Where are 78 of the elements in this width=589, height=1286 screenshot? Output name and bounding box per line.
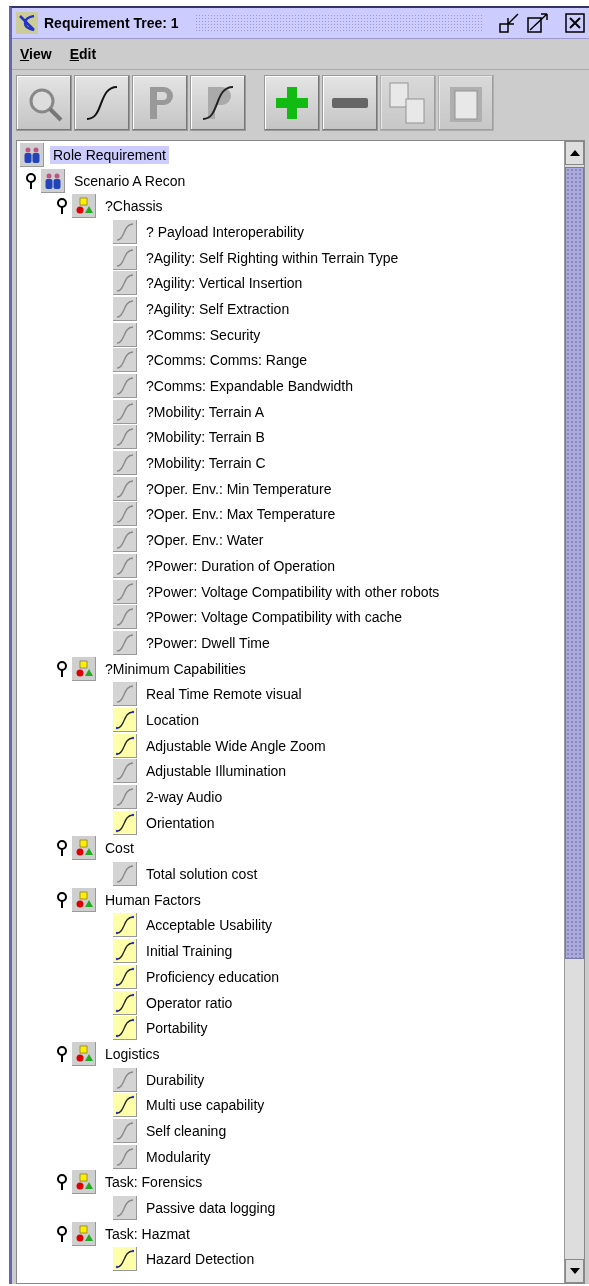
tree-item[interactable]: Passive data logging	[143, 1199, 279, 1218]
people-icon	[43, 171, 63, 190]
up-arrow-icon	[569, 150, 580, 156]
pin-icon[interactable]	[56, 840, 67, 857]
tree-item[interactable]: ?Comms: Comms: Range	[143, 351, 311, 370]
tree-item[interactable]: ?Minimum Capabilities	[102, 659, 249, 678]
tree-item[interactable]: Logistics	[102, 1044, 163, 1063]
tree-item[interactable]: Durability	[143, 1070, 208, 1089]
tree-item[interactable]: 2-way Audio	[143, 788, 226, 807]
shapes-icon	[75, 839, 93, 858]
scrollbar-thumb[interactable]	[565, 167, 584, 959]
tree-item[interactable]: Portability	[143, 1019, 211, 1038]
shapes-icon	[75, 890, 93, 909]
tree-item[interactable]: Cost	[102, 839, 137, 858]
tree-item[interactable]: Real Time Remote visual	[143, 685, 305, 704]
minimize-icon[interactable]	[499, 13, 521, 33]
shapes-icon	[75, 1044, 93, 1063]
shapes-icon	[75, 1224, 93, 1243]
tree-item[interactable]: ?Comms: Expandable Bandwidth	[143, 377, 356, 396]
toolbar-button[interactable]	[74, 75, 130, 131]
tree-item[interactable]: Acceptable Usability	[143, 916, 276, 935]
down-arrow-icon	[569, 1268, 580, 1274]
tree-item[interactable]: ?Comms: Security	[143, 325, 264, 344]
tree-item[interactable]: Task: Hazmat	[102, 1224, 193, 1243]
tree-item[interactable]: ?Oper. Env.: Water	[143, 531, 267, 550]
tree-item[interactable]: Role Requirement	[50, 145, 169, 164]
tree-item[interactable]: ?Chassis	[102, 197, 166, 216]
tree-item[interactable]: Modularity	[143, 1147, 214, 1166]
tree-item[interactable]: ?Power: Voltage Compatibility with cache	[143, 608, 406, 627]
people-icon	[22, 145, 42, 164]
tree-item[interactable]: Human Factors	[102, 890, 204, 909]
window-title: Requirement Tree: 1	[44, 15, 179, 31]
tree-item[interactable]: ?Oper. Env.: Min Temperature	[143, 479, 335, 498]
maximize-icon[interactable]	[527, 13, 549, 33]
tree-item[interactable]: ?Mobility: Terrain A	[143, 402, 267, 421]
tree-item[interactable]: Proficiency education	[143, 967, 283, 986]
tree-item[interactable]: ?Agility: Vertical Insertion	[143, 274, 306, 293]
scroll-down-button[interactable]	[565, 1259, 584, 1283]
tree-item[interactable]: ?Agility: Self Extraction	[143, 299, 293, 318]
pin-icon[interactable]	[56, 1174, 67, 1191]
minus-icon	[332, 98, 368, 108]
tree-item[interactable]: Hazard Detection	[143, 1250, 258, 1269]
shapes-icon	[75, 659, 93, 678]
pin-icon[interactable]	[25, 172, 36, 189]
menu-item[interactable]: Edit	[69, 46, 97, 62]
pin-icon[interactable]	[56, 1225, 67, 1242]
tree-item[interactable]: Adjustable Illumination	[143, 762, 290, 781]
pin-icon[interactable]	[56, 660, 67, 677]
tree-item[interactable]: Orientation	[143, 813, 218, 832]
tree-item[interactable]: Adjustable Wide Angle Zoom	[143, 736, 329, 755]
shapes-icon	[75, 1173, 93, 1192]
tree-item[interactable]: Operator ratio	[143, 993, 236, 1012]
tree-item[interactable]: ?Power: Dwell Time	[143, 633, 273, 652]
tree-item[interactable]: ?Power: Duration of Operation	[143, 556, 339, 575]
tree-item[interactable]: Multi use capability	[143, 1096, 268, 1115]
copy-icon	[388, 81, 428, 125]
tree-item[interactable]: ?Agility: Self Righting within Terrain Type	[143, 248, 402, 267]
plus-icon	[274, 85, 310, 121]
tree-item[interactable]: Self cleaning	[143, 1121, 230, 1140]
toolbar-button[interactable]	[190, 75, 246, 131]
app-logo-icon	[16, 12, 38, 34]
pin-icon[interactable]	[56, 1045, 67, 1062]
pin-icon[interactable]	[56, 891, 67, 908]
tree-item[interactable]: Location	[143, 710, 202, 729]
tree-item[interactable]: Total solution cost	[143, 865, 261, 884]
tree-item[interactable]: ? Payload Interoperability	[143, 222, 307, 241]
tree-item[interactable]: ?Mobility: Terrain C	[143, 454, 269, 473]
tree-item[interactable]: ?Oper. Env.: Max Temperature	[143, 505, 339, 524]
tree-item[interactable]: Initial Training	[143, 942, 236, 961]
menu-item[interactable]: View	[20, 46, 52, 62]
tree-item[interactable]: Scenario A Recon	[71, 171, 189, 190]
tree-item[interactable]: ?Mobility: Terrain B	[143, 428, 268, 447]
close-icon[interactable]	[565, 13, 585, 33]
pin-icon[interactable]	[56, 198, 67, 215]
tree-item[interactable]: Task: Forensics	[102, 1173, 206, 1192]
tree-item[interactable]: ?Power: Voltage Compatibility with other robots	[143, 582, 443, 601]
scroll-up-button[interactable]	[565, 141, 584, 165]
shapes-icon	[75, 197, 93, 216]
